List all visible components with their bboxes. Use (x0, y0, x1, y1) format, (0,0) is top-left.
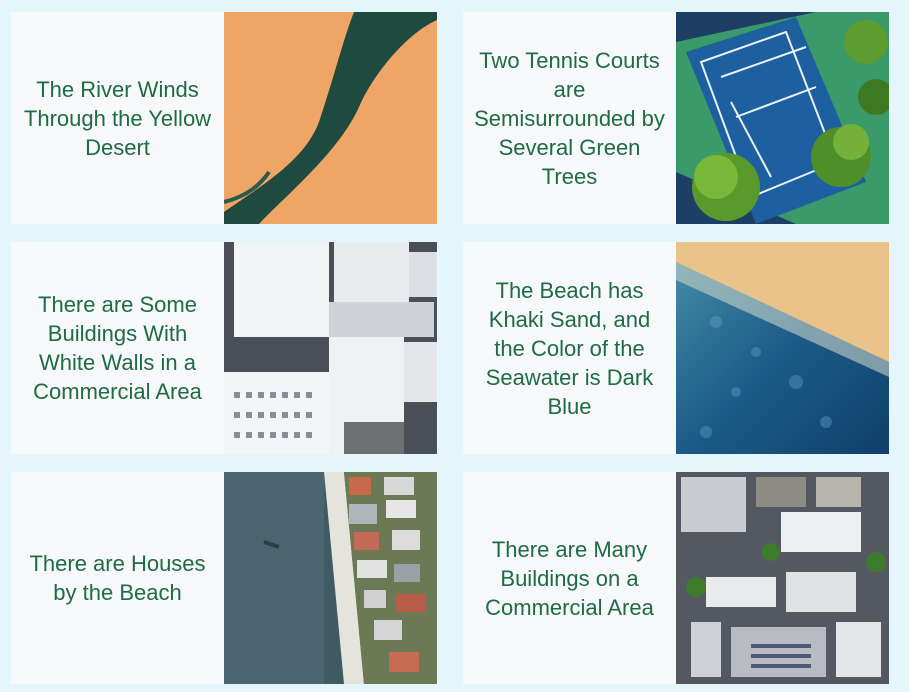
photo-tennis-courts (676, 12, 889, 224)
caption-commercial: There are Many Buildings on a Commercial… (485, 536, 654, 620)
caption-tennis: Two Tennis Courts are Semisurrounded by … (474, 47, 665, 189)
image-card-commercial: There are Many Buildings on a Commercial… (463, 472, 889, 684)
photo-houses-beach (224, 472, 437, 684)
image-card-houses-beach: There are Houses by the Beach (11, 472, 438, 684)
caption-white-buildings: There are Some Buildings With White Wall… (33, 292, 202, 404)
image-card-river: The River Winds Through the Yellow Deser… (11, 12, 438, 224)
caption-beach-sea: The Beach has Khaki Sand, and the Color … (485, 277, 654, 419)
image-card-tennis: Two Tennis Courts are Semisurrounded by … (463, 12, 889, 224)
photo-white-buildings (224, 242, 437, 454)
photo-river-desert (224, 12, 437, 224)
photo-beach-sea (676, 242, 889, 454)
image-card-white-buildings: There are Some Buildings With White Wall… (11, 242, 438, 454)
caption-houses-beach: There are Houses by the Beach (29, 551, 206, 605)
image-card-beach-sea: The Beach has Khaki Sand, and the Color … (463, 242, 889, 454)
caption-river: The River Winds Through the Yellow Deser… (23, 76, 212, 160)
photo-commercial-buildings (676, 472, 889, 684)
